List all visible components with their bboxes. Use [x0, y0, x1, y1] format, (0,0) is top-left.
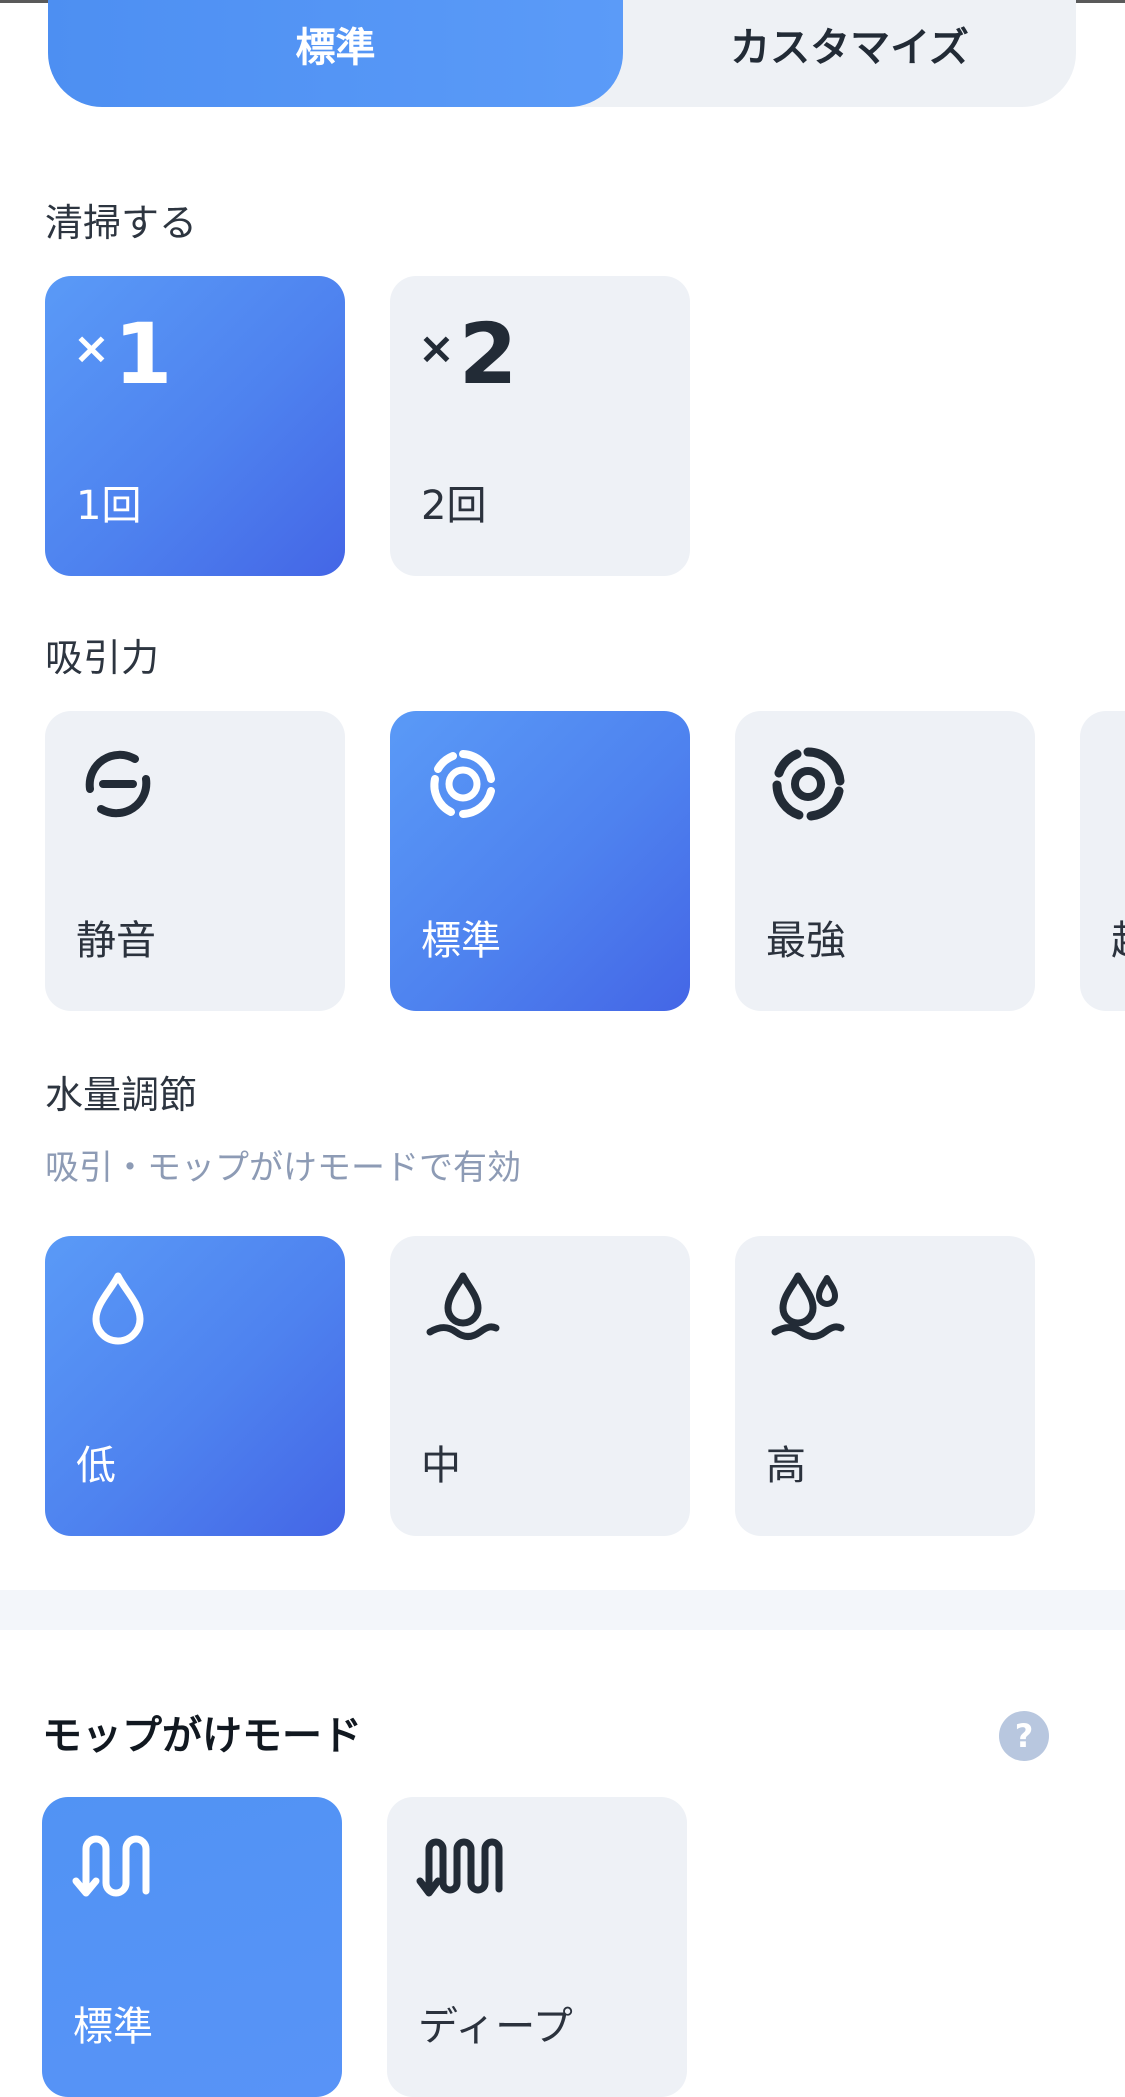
water-subtitle: 吸引・モップがけモードで有効 [45, 1148, 521, 1188]
cleaning-settings-page: 標準 カスタマイズ 清掃する ×1 1回 ×2 2回 吸引力 静音 標準 最強 … [0, 0, 1125, 2097]
water-drop-low-icon [92, 1272, 144, 1345]
mop-deep-label: ディープ [418, 2004, 573, 2050]
mop-deep-path-icon [416, 1838, 503, 1897]
mop-standard-path-icon [72, 1835, 150, 1897]
suction-quiet-label: 静音 [76, 918, 156, 964]
water-medium-option[interactable]: 中 [390, 1236, 690, 1536]
suction-turbo-label: 超 [1111, 916, 1125, 966]
help-icon[interactable]: ? [999, 1711, 1049, 1761]
mop-deep-option[interactable]: ディープ [387, 1797, 687, 2097]
turbo-fan-icon [1108, 739, 1125, 829]
suction-turbo-option[interactable]: 超 [1080, 711, 1125, 1011]
standard-fan-icon [430, 750, 495, 818]
water-drop-high-icon [771, 1272, 845, 1340]
suction-max-label: 最強 [766, 918, 846, 964]
mop-standard-label: 標準 [73, 2004, 153, 2050]
clean-twice-option[interactable]: ×2 2回 [390, 276, 690, 576]
clean-once-label: 1回 [76, 483, 142, 529]
suction-standard-label: 標準 [421, 918, 501, 964]
water-medium-label: 中 [421, 1443, 461, 1489]
quiet-fan-icon [85, 750, 151, 818]
tab-standard-label[interactable]: 標準 [48, 22, 623, 74]
suction-title: 吸引力 [45, 636, 160, 680]
times-2-mark: ×2 [418, 305, 518, 403]
suction-standard-option[interactable]: 標準 [390, 711, 690, 1011]
section-divider [0, 1590, 1125, 1630]
water-low-option[interactable]: 低 [45, 1236, 345, 1536]
water-drop-medium-icon [426, 1272, 500, 1340]
water-high-label: 高 [766, 1443, 806, 1489]
suction-max-option[interactable]: 最強 [735, 711, 1035, 1011]
suction-quiet-option[interactable]: 静音 [45, 711, 345, 1011]
tab-custom[interactable]: カスタマイズ [623, 22, 1076, 74]
clean-once-option[interactable]: ×1 1回 [45, 276, 345, 576]
clean-times-title: 清掃する [45, 201, 198, 245]
times-1-mark: ×1 [73, 305, 173, 403]
water-high-option[interactable]: 高 [735, 1236, 1035, 1536]
max-fan-icon [772, 747, 845, 821]
mop-mode-title: モップがけモード [42, 1713, 362, 1759]
water-title: 水量調節 [45, 1073, 198, 1117]
clean-twice-label: 2回 [421, 483, 487, 529]
mop-standard-option[interactable]: 標準 [42, 1797, 342, 2097]
water-low-label: 低 [76, 1443, 116, 1489]
